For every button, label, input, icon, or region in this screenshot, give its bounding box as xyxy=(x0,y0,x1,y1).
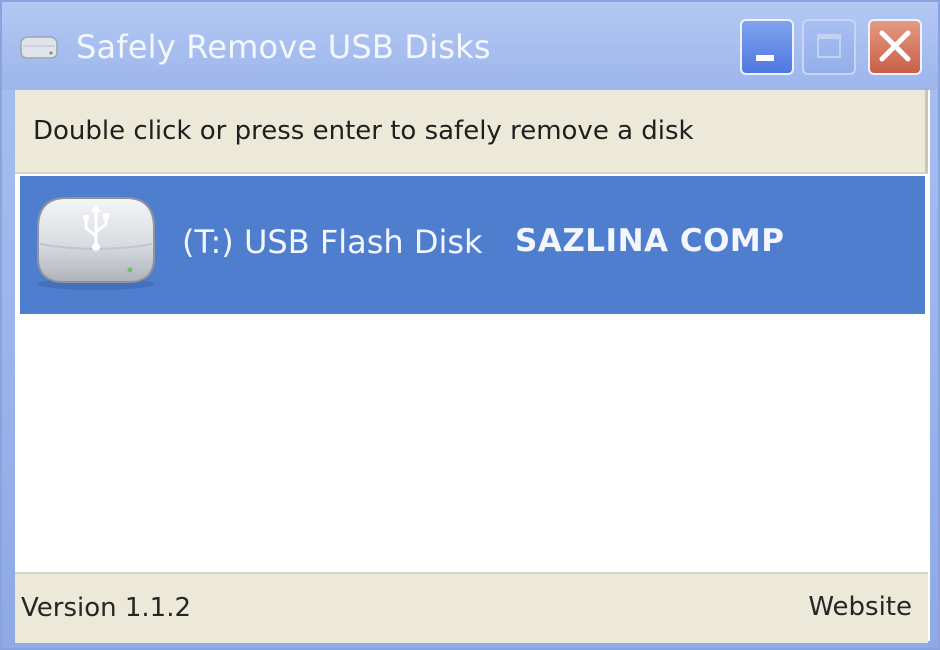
usb-drive-icon xyxy=(37,197,155,290)
disk-vendor: SAZLINA COMP xyxy=(515,223,785,259)
app-window: Safely Remove USB Disks Double click or … xyxy=(0,0,940,650)
status-bar: Version 1.1.2 Website xyxy=(15,572,928,643)
website-link[interactable]: Website xyxy=(808,592,912,622)
instruction-text: Double click or press enter to safely re… xyxy=(33,116,694,146)
usb-drive-icon xyxy=(20,36,58,59)
window-title: Safely Remove USB Disks xyxy=(76,28,491,66)
disk-name: (T:) USB Flash Disk xyxy=(182,223,483,261)
close-icon xyxy=(879,30,911,62)
maximize-button[interactable] xyxy=(802,19,856,75)
minimize-button[interactable] xyxy=(740,19,794,75)
maximize-icon xyxy=(817,34,841,58)
disk-list-item[interactable]: (T:) USB Flash Disk SAZLINA COMP xyxy=(20,176,925,314)
title-bar[interactable]: Safely Remove USB Disks xyxy=(2,2,938,90)
close-button[interactable] xyxy=(868,19,922,75)
instruction-header: Double click or press enter to safely re… xyxy=(15,90,928,174)
version-label: Version 1.1.2 xyxy=(21,593,192,623)
client-area: Double click or press enter to safely re… xyxy=(15,90,930,643)
minimize-icon xyxy=(756,55,774,61)
